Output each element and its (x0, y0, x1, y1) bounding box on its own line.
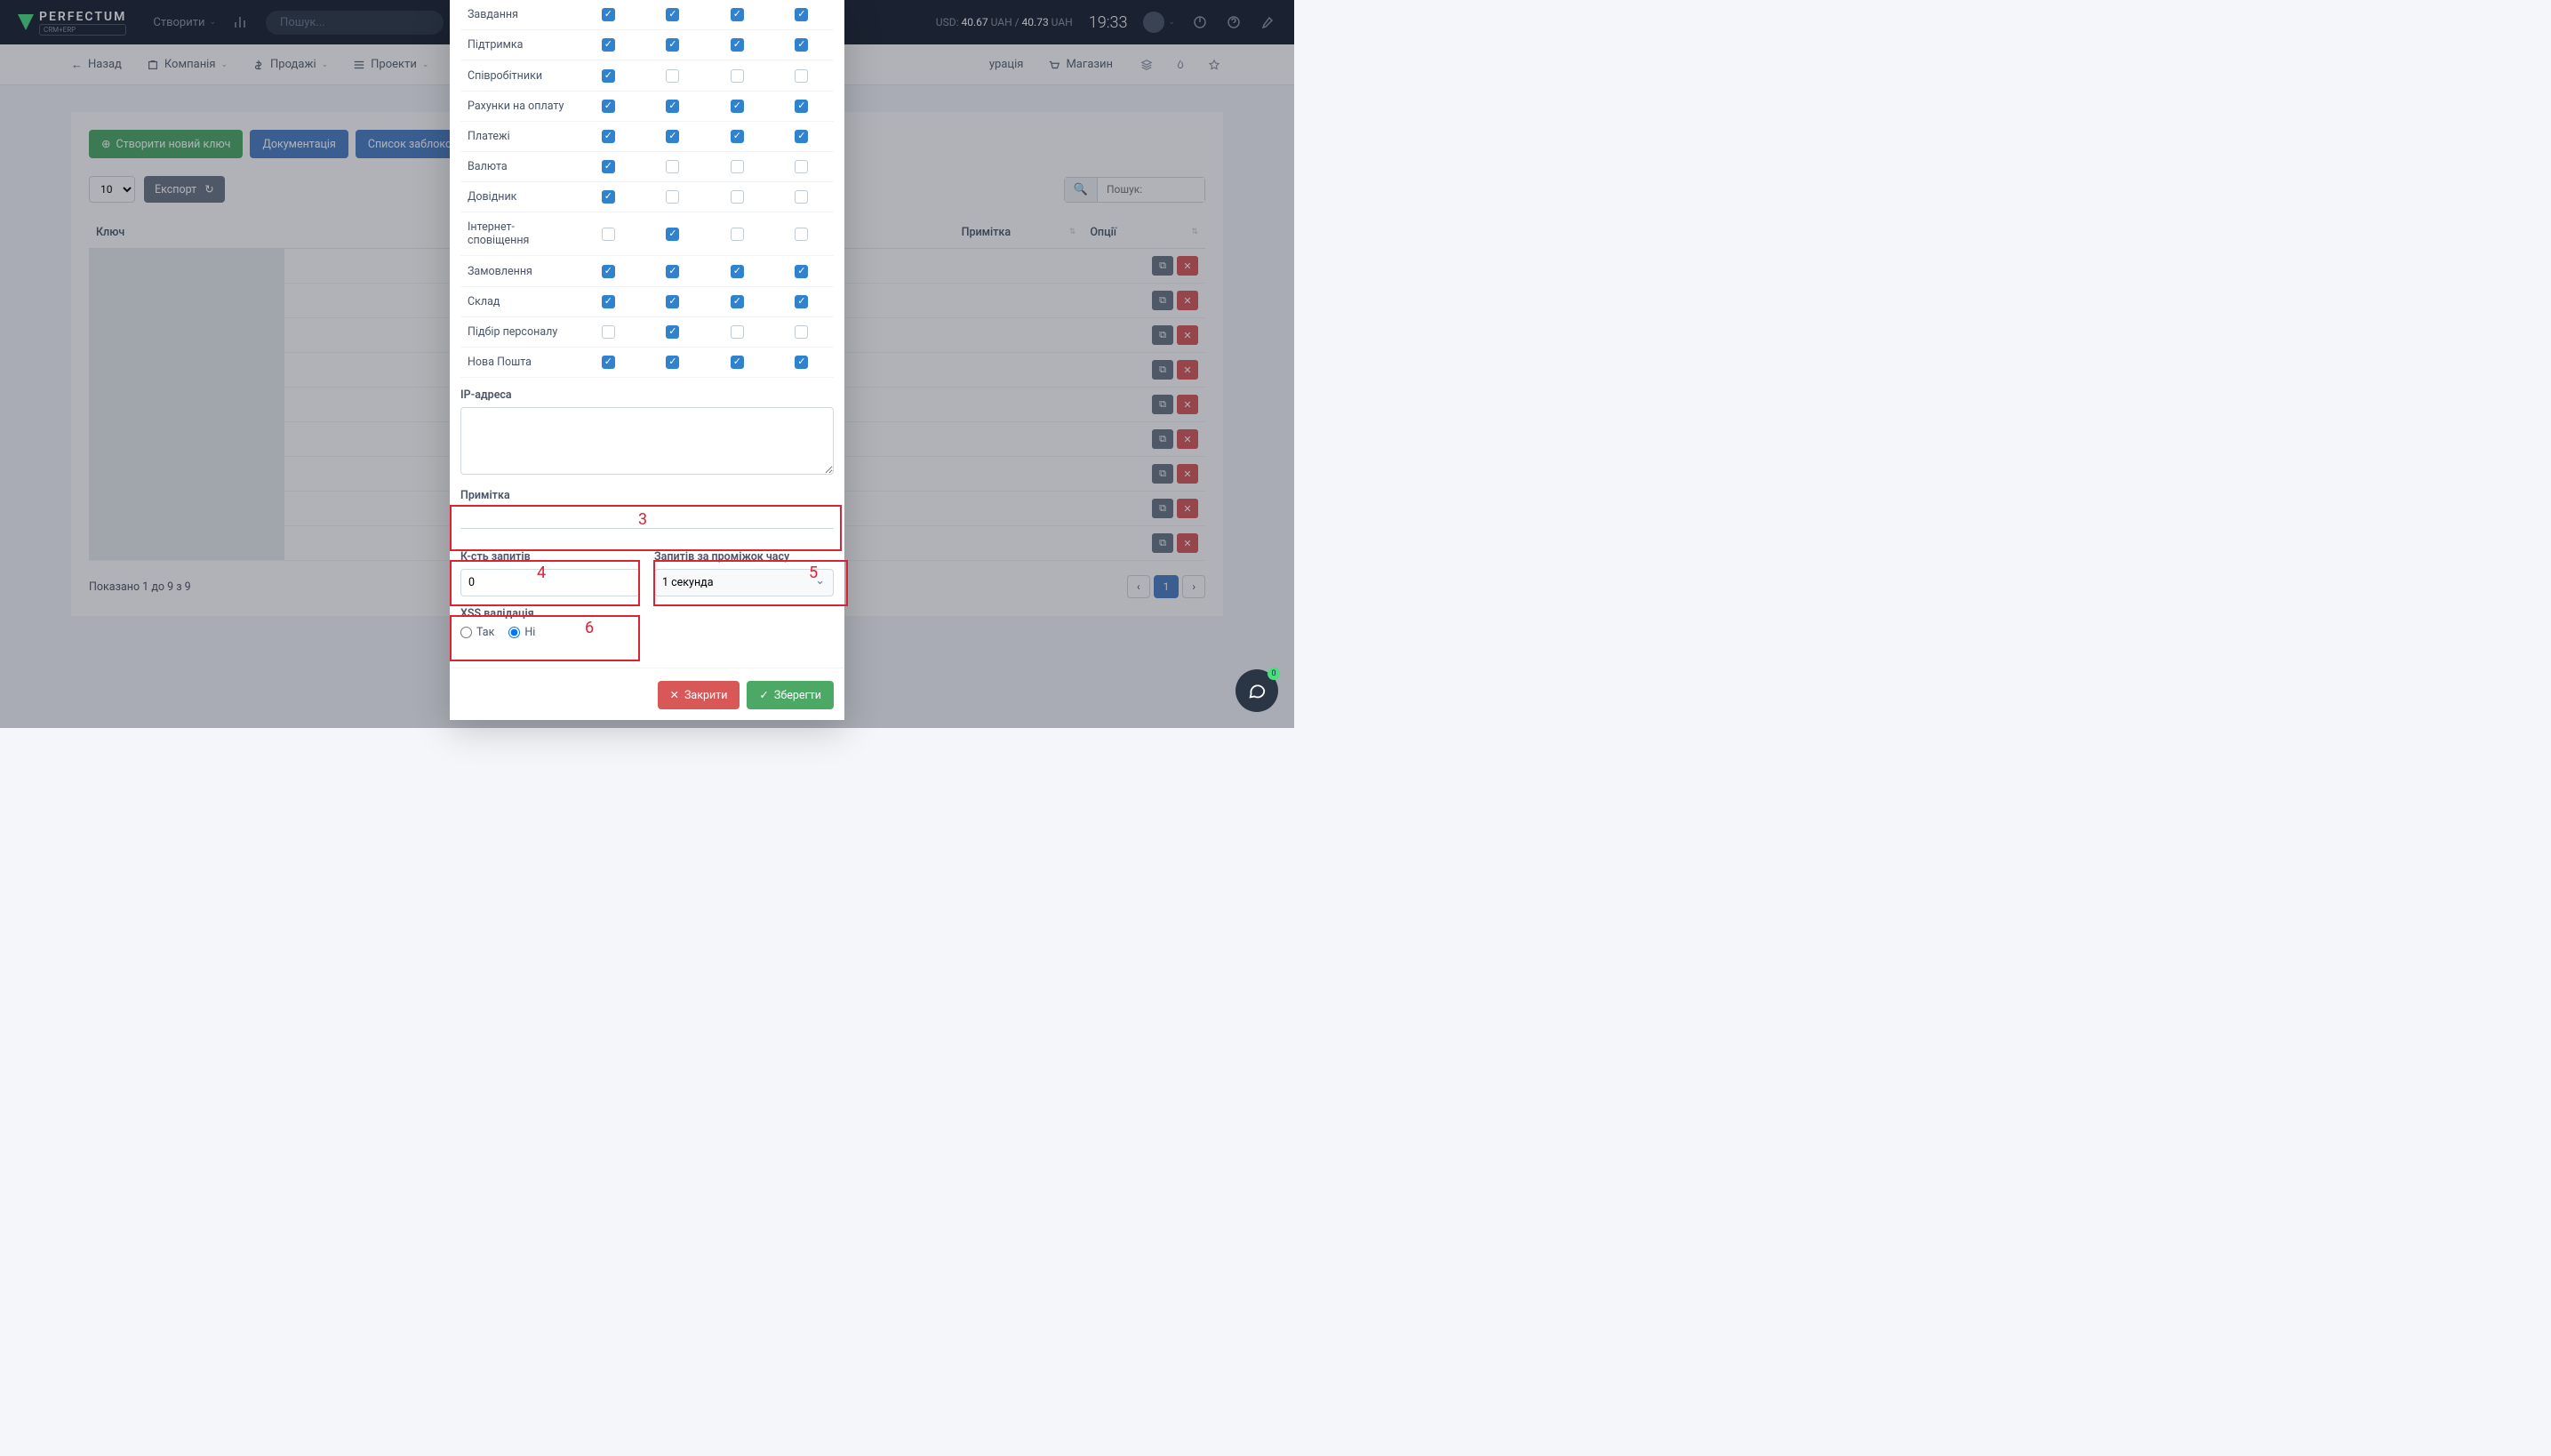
perm-checkbox[interactable] (666, 100, 679, 113)
perm-checkbox[interactable] (602, 228, 615, 241)
save-button[interactable]: ✓ Зберегти (747, 681, 834, 709)
chat-badge: 0 (1268, 668, 1280, 680)
perm-checkbox[interactable] (731, 325, 744, 339)
perm-checkbox[interactable] (602, 100, 615, 113)
perm-name: Співробітники (460, 60, 576, 91)
xss-label: XSS валідація (460, 607, 834, 620)
ip-label: IP-адреса (460, 388, 834, 402)
perm-checkbox[interactable] (602, 8, 615, 21)
req-count-input[interactable] (460, 569, 640, 596)
annotation-4-num: 4 (537, 564, 546, 582)
perm-checkbox[interactable] (795, 325, 808, 339)
perm-row: Склад (460, 286, 834, 316)
xss-yes[interactable]: Так (460, 626, 494, 639)
perm-checkbox[interactable] (602, 325, 615, 339)
perm-checkbox[interactable] (602, 38, 615, 52)
perm-row: Валюта (460, 152, 834, 182)
perm-checkbox[interactable] (731, 130, 744, 143)
perm-row: Співробітники (460, 60, 834, 91)
perm-checkbox[interactable] (731, 100, 744, 113)
perm-checkbox[interactable] (731, 295, 744, 308)
perm-checkbox[interactable] (666, 265, 679, 278)
perm-checkbox[interactable] (795, 8, 808, 21)
perm-checkbox[interactable] (602, 130, 615, 143)
annotation-5-num: 5 (809, 564, 818, 582)
perm-checkbox[interactable] (666, 69, 679, 83)
close-button[interactable]: ✕ Закрити (658, 681, 740, 709)
perm-checkbox[interactable] (795, 130, 808, 143)
perm-name: Інтернет-сповіщення (460, 212, 576, 256)
perm-row: Інтернет-сповіщення (460, 212, 834, 256)
perm-checkbox[interactable] (795, 295, 808, 308)
note-label: Примітка (460, 489, 834, 502)
ip-textarea[interactable] (460, 407, 834, 475)
perm-row: Платежі (460, 121, 834, 151)
perm-checkbox[interactable] (666, 160, 679, 173)
perm-checkbox[interactable] (666, 130, 679, 143)
req-time-select[interactable]: 1 секунда (654, 569, 834, 596)
perm-checkbox[interactable] (602, 190, 615, 204)
perm-name: Завдання (460, 0, 576, 30)
perm-checkbox[interactable] (795, 160, 808, 173)
perm-name: Платежі (460, 121, 576, 151)
perm-row: Нова Пошта (460, 348, 834, 378)
perm-checkbox[interactable] (795, 356, 808, 369)
perm-checkbox[interactable] (795, 228, 808, 241)
annotation-3-num: 3 (638, 510, 647, 529)
perm-checkbox[interactable] (602, 265, 615, 278)
perm-checkbox[interactable] (666, 295, 679, 308)
perm-checkbox[interactable] (666, 8, 679, 21)
xss-no[interactable]: Ні (508, 626, 535, 639)
perm-checkbox[interactable] (795, 190, 808, 204)
perm-checkbox[interactable] (666, 228, 679, 241)
perm-row: Рахунки на оплату (460, 91, 834, 121)
perm-checkbox[interactable] (795, 69, 808, 83)
permissions-table: ЗавданняПідтримкаСпівробітникиРахунки на… (460, 0, 834, 378)
perm-name: Склад (460, 286, 576, 316)
perm-name: Підтримка (460, 30, 576, 60)
perm-row: Підтримка (460, 30, 834, 60)
perm-name: Замовлення (460, 256, 576, 286)
perm-checkbox[interactable] (731, 228, 744, 241)
req-time-label: Запитів за проміжок часу (654, 550, 834, 564)
perm-checkbox[interactable] (666, 356, 679, 369)
perm-checkbox[interactable] (731, 38, 744, 52)
perm-row: Замовлення (460, 256, 834, 286)
perm-checkbox[interactable] (795, 265, 808, 278)
perm-checkbox[interactable] (795, 38, 808, 52)
perm-checkbox[interactable] (731, 356, 744, 369)
perm-name: Підбір персоналу (460, 316, 576, 347)
perm-name: Рахунки на оплату (460, 91, 576, 121)
perm-row: Завдання (460, 0, 834, 30)
perm-name: Валюта (460, 152, 576, 182)
perm-checkbox[interactable] (795, 100, 808, 113)
perm-name: Довідник (460, 182, 576, 212)
perm-row: Підбір персоналу (460, 316, 834, 347)
perm-checkbox[interactable] (602, 295, 615, 308)
perm-row: Довідник (460, 182, 834, 212)
perm-checkbox[interactable] (602, 160, 615, 173)
perm-checkbox[interactable] (666, 190, 679, 204)
annotation-6-num: 6 (585, 619, 594, 637)
perm-checkbox[interactable] (731, 69, 744, 83)
perm-checkbox[interactable] (731, 190, 744, 204)
perm-name: Нова Пошта (460, 348, 576, 378)
perm-checkbox[interactable] (731, 160, 744, 173)
chat-fab[interactable]: 0 (1236, 669, 1278, 712)
perm-checkbox[interactable] (666, 38, 679, 52)
perm-checkbox[interactable] (731, 265, 744, 278)
perm-checkbox[interactable] (731, 8, 744, 21)
perm-checkbox[interactable] (602, 356, 615, 369)
perm-checkbox[interactable] (602, 69, 615, 83)
req-count-label: К-сть запитів (460, 550, 640, 564)
api-key-modal: ЗавданняПідтримкаСпівробітникиРахунки на… (450, 0, 844, 720)
perm-checkbox[interactable] (666, 325, 679, 339)
